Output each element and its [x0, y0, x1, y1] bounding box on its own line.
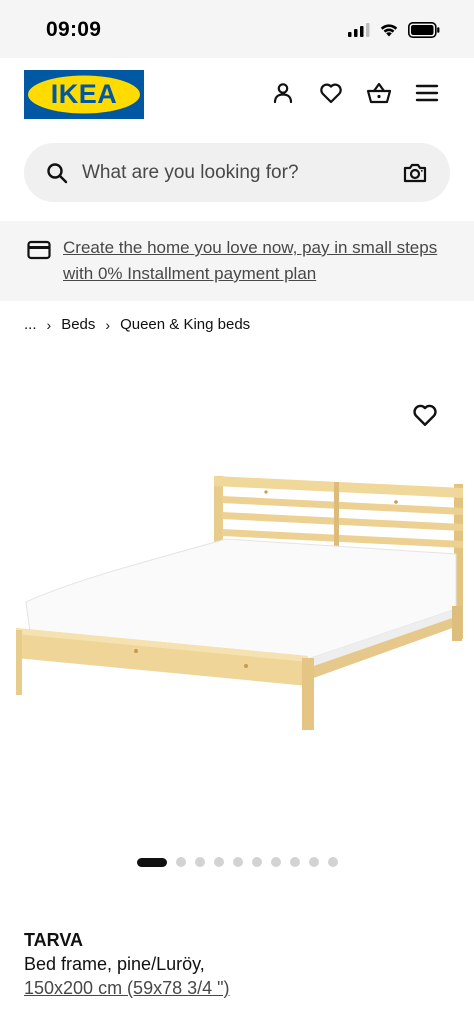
product-description: Bed frame, pine/Luröy,: [24, 954, 205, 974]
carousel-dot[interactable]: [136, 857, 167, 867]
breadcrumb-item-beds[interactable]: Beds: [61, 316, 95, 333]
bed-frame-illustration: [10, 374, 466, 774]
carousel-dot[interactable]: [327, 857, 338, 867]
carousel-dot[interactable]: [232, 857, 243, 867]
carousel-dot[interactable]: [289, 857, 300, 867]
status-time: 09:09: [46, 18, 102, 41]
product-image[interactable]: [10, 374, 466, 774]
carousel-dot[interactable]: [194, 857, 205, 867]
carousel-dot[interactable]: [251, 857, 262, 867]
breadcrumb-item-queen-king-beds[interactable]: Queen & King beds: [120, 316, 250, 333]
product-size-link[interactable]: 150x200 cm (59x78 3/4 "): [24, 978, 230, 998]
header: IKEA: [0, 58, 474, 142]
product-info: TARVA Bed frame, pine/Luröy, 150x200 cm …: [24, 928, 454, 1000]
breadcrumb: ... › Beds › Queen & King beds: [24, 316, 250, 333]
carousel-indicators: [0, 857, 474, 867]
camera-icon[interactable]: [402, 160, 428, 186]
installment-plan-link[interactable]: Create the home you love now, pay in sma…: [63, 235, 443, 287]
credit-card-icon: [27, 240, 51, 260]
status-icons: [348, 22, 440, 38]
product-name: TARVA: [24, 930, 84, 950]
carousel-dot[interactable]: [308, 857, 319, 867]
carousel-dot[interactable]: [270, 857, 281, 867]
account-icon[interactable]: [270, 80, 296, 106]
logo-text: IKEA: [51, 79, 118, 109]
chevron-right-icon: ›: [46, 316, 52, 333]
basket-icon[interactable]: [366, 80, 392, 106]
battery-icon: [408, 22, 440, 38]
search-input[interactable]: What are you looking for?: [82, 162, 402, 184]
ikea-logo[interactable]: IKEA: [24, 70, 144, 119]
status-bar: 09:09: [0, 0, 474, 58]
chevron-right-icon: ›: [105, 316, 111, 333]
search-icon: [47, 162, 68, 183]
header-icons: [270, 80, 440, 106]
carousel-dot[interactable]: [213, 857, 224, 867]
promo-banner: Create the home you love now, pay in sma…: [0, 221, 474, 301]
breadcrumb-ellipsis[interactable]: ...: [24, 316, 37, 333]
carousel-dot[interactable]: [175, 857, 186, 867]
heart-icon[interactable]: [318, 80, 344, 106]
menu-icon[interactable]: [414, 80, 440, 106]
cellular-signal-icon: [348, 23, 370, 37]
wishlist-heart-icon[interactable]: [412, 403, 438, 429]
wifi-icon: [380, 24, 398, 37]
search-bar[interactable]: What are you looking for?: [24, 143, 450, 202]
